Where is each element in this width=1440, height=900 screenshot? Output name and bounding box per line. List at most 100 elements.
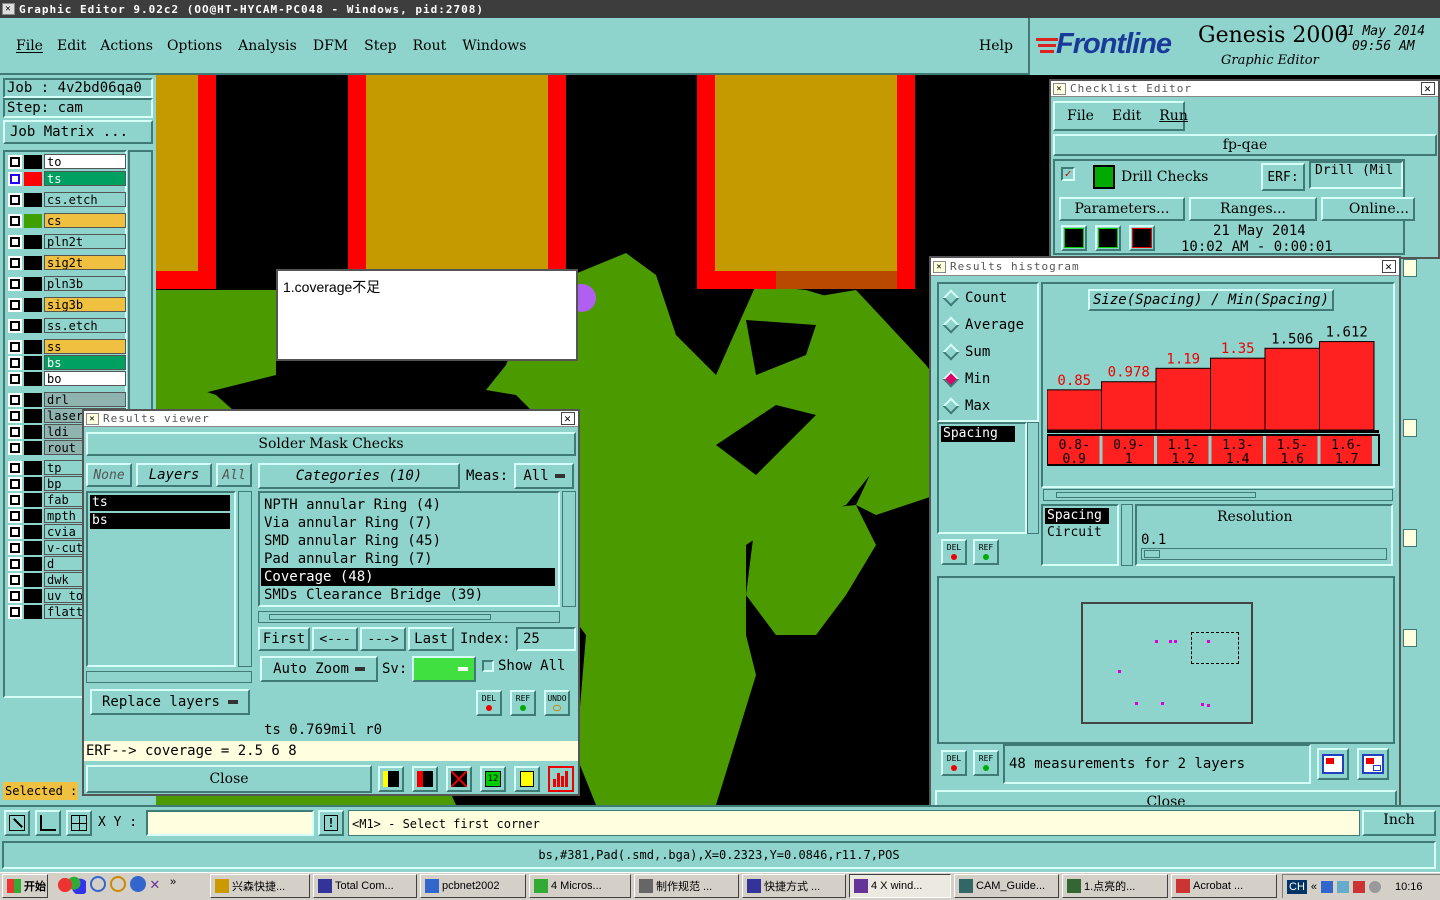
layer-checkbox[interactable] [8, 192, 22, 207]
rv-all-button[interactable]: All [216, 463, 252, 487]
layer-row-sig3b[interactable]: sig3b [7, 296, 126, 313]
cl-menu-icon[interactable]: ✕ [1053, 82, 1066, 95]
task-item[interactable]: 1.点亮的... [1062, 874, 1168, 898]
hg-option-average[interactable]: Average [939, 311, 1037, 338]
layer-row-bs[interactable]: bs [7, 354, 126, 371]
next-button[interactable]: ---> [360, 627, 406, 651]
ql-clock-icon[interactable] [110, 876, 126, 892]
layer-checkbox[interactable] [8, 540, 22, 555]
cl-menu-run[interactable]: Run [1159, 108, 1188, 124]
layer-checkbox[interactable] [8, 297, 22, 312]
layer-checkbox[interactable] [8, 440, 22, 455]
hg-type-item[interactable]: Spacing [1045, 508, 1109, 524]
layer-checkbox[interactable] [8, 355, 22, 370]
xy-input[interactable] [146, 810, 314, 836]
category-item[interactable]: Via annular Ring (7) [261, 514, 555, 532]
rv-tool-6[interactable] [548, 766, 574, 792]
index-input[interactable]: 25 [516, 627, 576, 651]
layer-checkbox[interactable] [8, 255, 22, 270]
cl-parameters-button[interactable]: Parameters... [1059, 197, 1185, 221]
cl-ranges-button[interactable]: Ranges... [1189, 197, 1317, 221]
auto-zoom-select[interactable]: Auto Zoom [260, 656, 378, 682]
menu-step[interactable]: Step [364, 38, 396, 54]
menu-edit[interactable]: Edit [57, 38, 86, 54]
cl-menu-edit[interactable]: Edit [1112, 108, 1141, 124]
category-item[interactable]: SMD annular Ring (45) [261, 532, 555, 550]
layer-row-bo[interactable]: bo [7, 370, 126, 387]
layer-checkbox[interactable] [8, 508, 22, 523]
cl-run-icon-1[interactable] [1061, 225, 1087, 251]
layer-row-cs.etch[interactable]: cs.etch [7, 191, 126, 208]
rv-close-button[interactable]: Close [86, 765, 372, 793]
rv-category-hscroll[interactable] [258, 611, 560, 623]
menu-rout[interactable]: Rout [413, 38, 447, 54]
layer-checkbox[interactable] [8, 556, 22, 571]
hg-measure-item[interactable]: Spacing [941, 426, 1015, 442]
rv-tool-4[interactable]: 12 [480, 766, 506, 792]
hg-zoom-button-2[interactable] [1357, 748, 1389, 780]
layer-row-ss.etch[interactable]: ss.etch [7, 317, 126, 334]
layer-checkbox[interactable] [8, 460, 22, 475]
layer-row-pln3b[interactable]: pln3b [7, 275, 126, 292]
ql-more-icon[interactable]: » [170, 876, 176, 894]
layer-checkbox[interactable] [8, 524, 22, 539]
layer-checkbox[interactable] [8, 492, 22, 507]
hg-type-item[interactable]: Circuit [1045, 524, 1109, 542]
hg-chart-hscroll[interactable] [1043, 489, 1393, 501]
units-select[interactable]: Inch [1362, 810, 1436, 836]
rv-categories-button[interactable]: Categories (10) [258, 463, 460, 489]
task-item[interactable]: 快捷方式 ... [742, 874, 846, 898]
rv-layer-item[interactable]: bs [90, 513, 230, 529]
hg-zoom-button-1[interactable] [1317, 748, 1349, 780]
menu-file[interactable]: File [16, 38, 43, 54]
layer-row-pln2t[interactable]: pln2t [7, 233, 126, 250]
menu-dfm[interactable]: DFM [313, 38, 348, 54]
hg-del-button-2[interactable]: DEL [941, 750, 967, 776]
hg-option-count[interactable]: Count [939, 284, 1037, 311]
layer-row-sig2t[interactable]: sig2t [7, 254, 126, 271]
rv-undo-button[interactable]: UNDO [544, 690, 570, 716]
rv-none-button[interactable]: None [86, 463, 132, 487]
rv-close-icon[interactable]: ✕ [561, 412, 575, 425]
ql-x-icon[interactable]: ✕ [150, 876, 166, 892]
cl-run-icon-2[interactable] [1095, 225, 1121, 251]
task-item[interactable]: 兴森快捷... [210, 874, 310, 898]
category-item[interactable]: SMDs Clearance Bridge (39) [261, 586, 555, 604]
hg-ref-button-2[interactable]: REF [973, 750, 999, 776]
layer-checkbox[interactable] [8, 213, 22, 228]
task-item[interactable]: 制作规范 ... [634, 874, 739, 898]
cl-online-button[interactable]: Online... [1321, 197, 1415, 221]
rv-meas-select[interactable]: All [514, 463, 574, 489]
job-matrix-button[interactable]: Job Matrix ... [3, 120, 153, 144]
menu-actions[interactable]: Actions [100, 38, 153, 54]
rv-ref-button[interactable]: REF [510, 690, 536, 716]
layer-checkbox[interactable] [8, 339, 22, 354]
hg-option-max[interactable]: Max [939, 392, 1037, 419]
layer-checkbox[interactable] [8, 276, 22, 291]
hg-close-icon[interactable]: ✕ [1382, 260, 1396, 273]
layer-checkbox[interactable] [8, 604, 22, 619]
cmd-tool-1[interactable] [4, 810, 30, 836]
layer-checkbox[interactable] [8, 171, 22, 186]
task-item[interactable]: 4 Micros... [529, 874, 631, 898]
hg-list-scrollbar[interactable] [1027, 422, 1039, 534]
layer-checkbox[interactable] [8, 234, 22, 249]
first-button[interactable]: First [258, 627, 310, 651]
hg-option-min[interactable]: Min [939, 365, 1037, 392]
rv-category-scrollbar[interactable] [562, 491, 576, 607]
rv-tool-2[interactable] [412, 766, 438, 792]
rv-layer-scrollbar[interactable] [238, 491, 252, 667]
rv-layers-button[interactable]: Layers [136, 463, 212, 487]
ql-ie-icon[interactable] [90, 876, 106, 892]
rv-tool-5[interactable] [514, 766, 540, 792]
prev-button[interactable]: <--- [312, 627, 358, 651]
rv-layer-item[interactable]: ts [90, 495, 230, 511]
ql-colors-icon[interactable] [56, 876, 86, 894]
hg-preview-viewport[interactable] [1191, 632, 1239, 664]
menu-windows[interactable]: Windows [462, 38, 526, 54]
layer-row-ss[interactable]: ss [7, 338, 126, 355]
category-item[interactable]: NPTH annular Ring (4) [261, 496, 555, 514]
task-item[interactable]: 4 X wind... [849, 874, 951, 898]
rv-menu-icon[interactable]: ✕ [86, 412, 99, 425]
category-item[interactable]: Pad annular Ring (7) [261, 550, 555, 568]
